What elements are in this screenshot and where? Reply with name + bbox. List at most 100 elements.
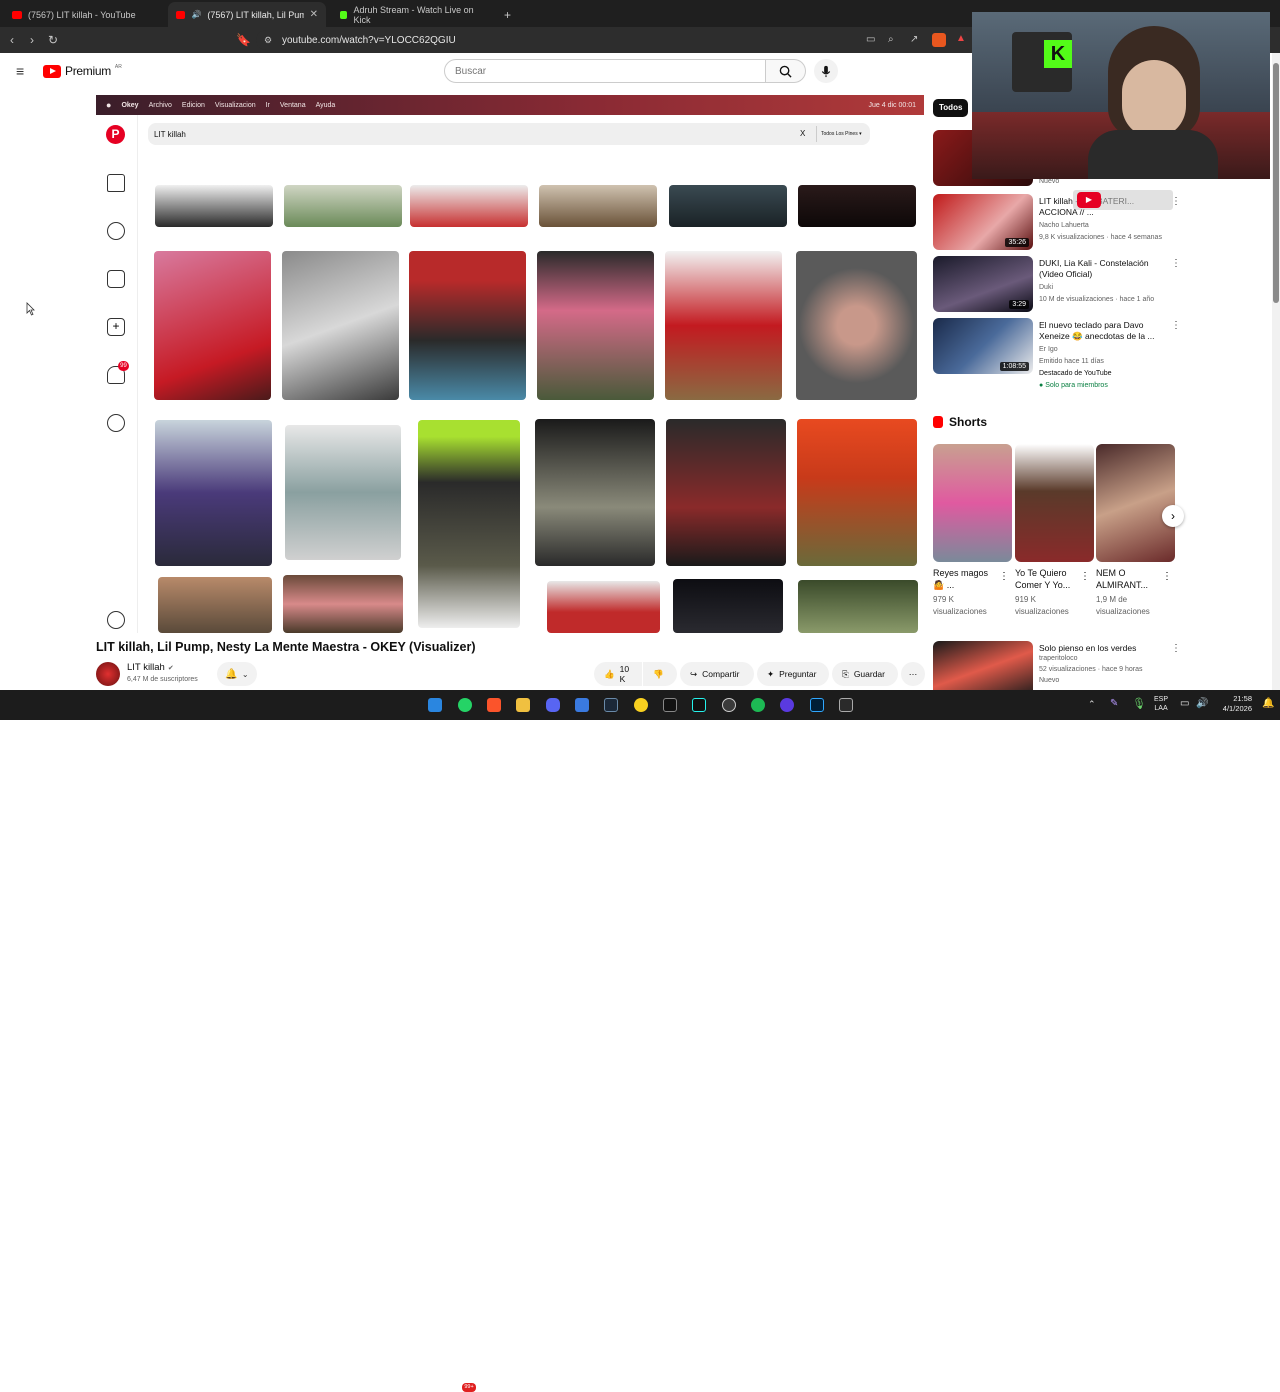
subscribed-bell-button[interactable]: 🔔 ⌄: [217, 662, 257, 686]
search-button[interactable]: [766, 59, 806, 83]
short-thumbnail[interactable]: [1096, 444, 1175, 562]
microphone-icon: [821, 65, 831, 77]
tab-kick[interactable]: Adruh Stream - Watch Live on Kick: [332, 2, 492, 27]
boards-icon: [107, 270, 125, 288]
short-title[interactable]: Yo Te Quiero Comer Y Yo...: [1015, 567, 1077, 591]
back-icon[interactable]: ‹: [10, 34, 14, 46]
short-thumbnail[interactable]: [933, 444, 1012, 562]
menubar-item: Ayuda: [315, 101, 336, 109]
like-button[interactable]: 👍 10 K: [594, 662, 642, 686]
clear-icon: X: [800, 129, 806, 138]
channel-name: Duki: [1039, 284, 1054, 291]
microphone-icon[interactable]: 🎙: [1132, 697, 1146, 710]
thumbs-up-icon: 👍: [604, 668, 615, 679]
page-scrollbar[interactable]: [1272, 53, 1280, 690]
pin-image: [796, 251, 917, 400]
channel-name: Er Igo: [1039, 346, 1058, 353]
extension-icon[interactable]: [932, 33, 946, 47]
close-tab-icon[interactable]: ✕: [310, 9, 318, 20]
discord-icon[interactable]: [546, 698, 560, 712]
tab-youtube-video[interactable]: 🔊 (7567) LIT killah, Lil Pump, Ne ✕: [168, 2, 326, 27]
chevron-up-icon[interactable]: ⌃: [1088, 699, 1096, 710]
recommendation-item[interactable]: 35:26 LIT killah - ... // BATERI... ACCI…: [933, 190, 1181, 250]
video-player[interactable]: ● Okey Archivo Edicion Visualizacion Ir …: [96, 95, 924, 633]
short-title[interactable]: NEM O ALMIRANT...: [1096, 567, 1160, 591]
kick-logo-icon: K: [1044, 40, 1072, 68]
more-options-icon[interactable]: ⋮: [1171, 196, 1181, 207]
tiktok-icon[interactable]: [692, 698, 706, 712]
volume-icon[interactable]: 🔊: [1196, 698, 1208, 709]
thumbs-down-icon: 👎: [653, 668, 664, 679]
voice-search-button[interactable]: [814, 59, 838, 83]
more-options-icon[interactable]: ⋮: [1171, 320, 1181, 331]
epic-games-icon[interactable]: [839, 698, 853, 712]
share-button[interactable]: ↪ Compartir: [680, 662, 754, 686]
recommendation-item[interactable]: 3:29 DUKI, Lia Kali - Constelación (Vide…: [933, 256, 1181, 312]
recommendation-item[interactable]: Solo pienso en los verdes traperitoloco …: [933, 641, 1181, 697]
zoom-icon[interactable]: ⌕: [888, 34, 894, 46]
system-clock[interactable]: 21:58 4/1/2026: [1216, 694, 1252, 714]
more-options-icon[interactable]: ⋮: [1080, 571, 1090, 582]
save-label: Guardar: [853, 669, 885, 679]
windows-start-icon[interactable]: [428, 698, 442, 712]
short-thumbnail[interactable]: [1015, 444, 1094, 562]
forward-icon[interactable]: ›: [30, 34, 34, 46]
pen-icon[interactable]: ✎: [1110, 698, 1118, 709]
bookmark-icon[interactable]: 🔖: [236, 34, 251, 46]
bell-icon: 🔔: [225, 668, 238, 680]
channel-name-row[interactable]: LIT killah ✔: [127, 662, 174, 673]
video-thumbnail: 35:26: [933, 194, 1033, 250]
chevron-down-icon: ⌄: [241, 669, 249, 679]
scrollbar-thumb[interactable]: [1273, 63, 1279, 303]
more-actions-button[interactable]: ⋯: [901, 662, 925, 686]
channel-name[interactable]: LIT killah: [127, 662, 165, 673]
more-options-icon[interactable]: ⋮: [1162, 571, 1172, 582]
reload-icon[interactable]: ↻: [48, 34, 58, 46]
file-explorer-icon[interactable]: [516, 698, 530, 712]
video-meta: Emitido hace 11 días: [1039, 358, 1104, 365]
youtube-header: ≡ Premium AR: [0, 53, 972, 89]
save-button[interactable]: ⎘ Guardar: [832, 662, 898, 686]
next-arrow-icon[interactable]: ›: [1162, 505, 1184, 527]
filter-chip-all[interactable]: Todos: [933, 99, 969, 117]
more-options-icon[interactable]: ⋮: [1171, 643, 1181, 654]
network-icon[interactable]: ▭: [1180, 698, 1189, 709]
menubar-item: Edicion: [181, 101, 205, 109]
subscriber-count: 6,47 M de suscriptores: [127, 676, 198, 683]
new-tab-button[interactable]: +: [496, 2, 516, 27]
dislike-button[interactable]: 👎: [643, 662, 677, 686]
channel-avatar[interactable]: [96, 662, 120, 686]
tab-youtube-home[interactable]: (7567) LIT killah - YouTube: [4, 2, 164, 27]
ask-button[interactable]: ✦ Preguntar: [757, 662, 829, 686]
brave-icon[interactable]: [487, 698, 501, 712]
photos-icon[interactable]: [575, 698, 589, 712]
obs-icon[interactable]: [722, 698, 736, 712]
menu-icon[interactable]: ≡: [16, 64, 24, 78]
cast-icon[interactable]: ▭: [866, 34, 875, 46]
alert-icon[interactable]: ▲: [956, 33, 966, 45]
whatsapp-badge: 99+: [462, 1383, 476, 1392]
notification-bell-icon[interactable]: 🔔: [1262, 698, 1274, 709]
more-options-icon[interactable]: ⋮: [999, 571, 1009, 582]
youtube-logo[interactable]: Premium AR: [43, 64, 122, 78]
capcut-icon[interactable]: [663, 698, 677, 712]
short-title[interactable]: Reyes magos 🤷 ...: [933, 567, 993, 591]
photoshop-icon[interactable]: [810, 698, 824, 712]
more-options-icon[interactable]: ⋮: [1171, 258, 1181, 269]
video-thumbnail: 1:08:55: [933, 318, 1033, 374]
search-input[interactable]: [444, 59, 766, 83]
app-icon[interactable]: [780, 698, 794, 712]
spotify-icon[interactable]: [751, 698, 765, 712]
language-indicator[interactable]: ESP LAA: [1154, 695, 1168, 713]
video-title: Solo pienso en los verdes: [1039, 643, 1137, 653]
recommendation-item[interactable]: 1:08:55 El nuevo teclado para Davo Xenei…: [933, 318, 1181, 389]
pin-image: [535, 419, 655, 566]
site-info-icon[interactable]: ⚙: [264, 35, 272, 46]
app-icon[interactable]: [634, 698, 648, 712]
steam-icon[interactable]: [604, 698, 618, 712]
pin-image: [547, 581, 660, 633]
pin-image: [537, 251, 654, 400]
whatsapp-icon[interactable]: [458, 698, 472, 712]
ask-label: Preguntar: [779, 669, 817, 679]
share-icon[interactable]: ↗: [910, 34, 918, 46]
